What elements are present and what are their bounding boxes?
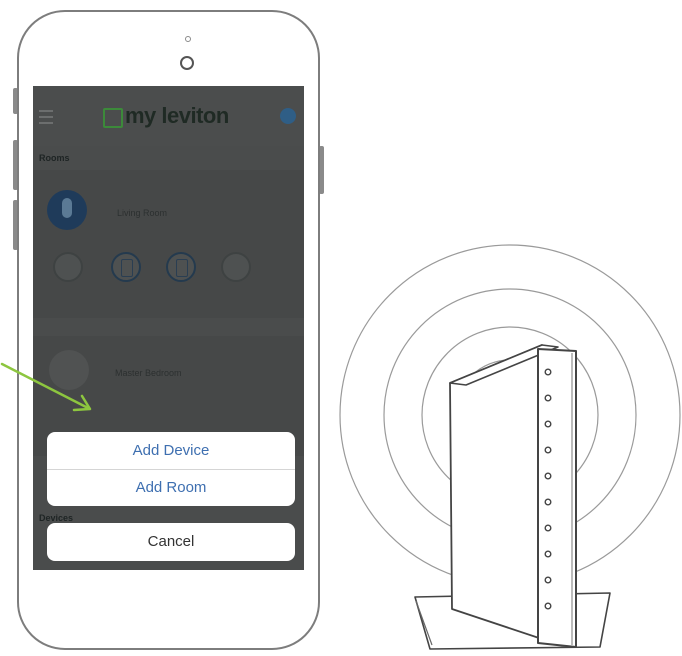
leviton-logo-icon xyxy=(103,108,123,128)
phone-camera xyxy=(180,56,194,70)
cancel-button[interactable]: Cancel xyxy=(47,523,295,561)
hamburger-menu-icon[interactable] xyxy=(39,110,53,124)
room-card-living-room[interactable]: Living Room xyxy=(33,170,304,318)
device-toggle-button[interactable] xyxy=(53,252,83,282)
device-toggle-button[interactable] xyxy=(111,252,141,282)
wifi-router-icon xyxy=(339,244,681,650)
device-toggle-button[interactable] xyxy=(221,252,251,282)
phone-screen: my leviton Rooms Living Room Master Bedr… xyxy=(33,86,304,570)
room-icon xyxy=(47,190,87,230)
action-sheet: Add Device Add Room xyxy=(47,432,295,506)
pointer-arrow-icon xyxy=(0,362,92,412)
app-logo-text: my leviton xyxy=(125,103,229,128)
settings-icon[interactable] xyxy=(280,108,296,124)
app-header: my leviton xyxy=(33,86,304,146)
room-name: Living Room xyxy=(117,208,168,218)
rooms-section-label: Rooms xyxy=(39,153,70,163)
add-device-button[interactable]: Add Device xyxy=(47,432,295,470)
devices-section-label: Devices xyxy=(39,513,74,523)
room-name: Master Bedroom xyxy=(115,368,182,378)
add-room-button[interactable]: Add Room xyxy=(47,469,295,506)
device-toggle-button[interactable] xyxy=(166,252,196,282)
phone-sensor xyxy=(185,36,191,42)
